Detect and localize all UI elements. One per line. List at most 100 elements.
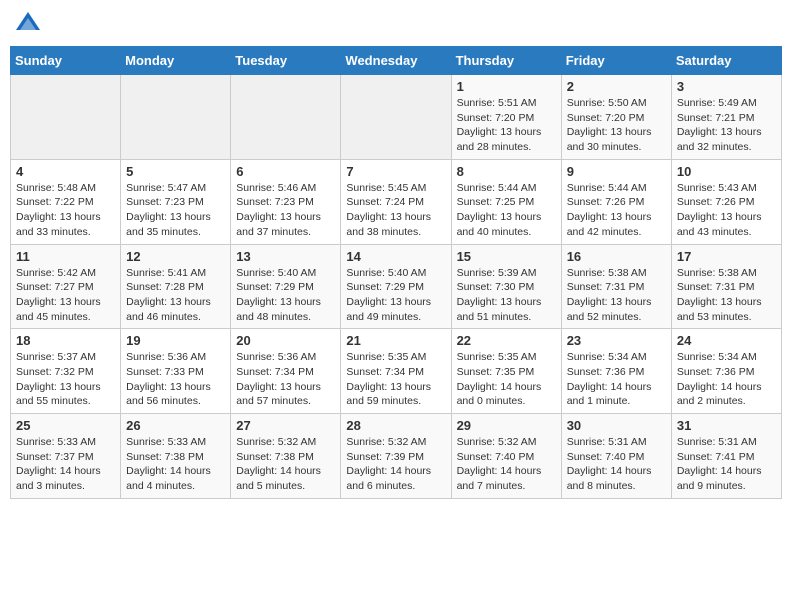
calendar-week-row: 18 Sunrise: 5:37 AM Sunset: 7:32 PM Dayli… — [11, 329, 782, 414]
day-number: 13 — [236, 249, 335, 264]
calendar-cell: 9 Sunrise: 5:44 AM Sunset: 7:26 PM Daylig… — [561, 159, 671, 244]
day-number: 31 — [677, 418, 776, 433]
day-number: 3 — [677, 79, 776, 94]
day-number: 8 — [457, 164, 556, 179]
calendar-week-row: 1 Sunrise: 5:51 AM Sunset: 7:20 PM Daylig… — [11, 75, 782, 160]
day-number: 27 — [236, 418, 335, 433]
calendar-cell: 1 Sunrise: 5:51 AM Sunset: 7:20 PM Daylig… — [451, 75, 561, 160]
day-info: Sunrise: 5:33 AM Sunset: 7:38 PM Dayligh… — [126, 435, 225, 494]
day-number: 16 — [567, 249, 666, 264]
day-number: 9 — [567, 164, 666, 179]
calendar-cell: 24 Sunrise: 5:34 AM Sunset: 7:36 PM Dayli… — [671, 329, 781, 414]
calendar-week-row: 25 Sunrise: 5:33 AM Sunset: 7:37 PM Dayli… — [11, 414, 782, 499]
day-number: 14 — [346, 249, 445, 264]
day-number: 28 — [346, 418, 445, 433]
day-number: 30 — [567, 418, 666, 433]
day-info: Sunrise: 5:32 AM Sunset: 7:39 PM Dayligh… — [346, 435, 445, 494]
calendar-cell: 7 Sunrise: 5:45 AM Sunset: 7:24 PM Daylig… — [341, 159, 451, 244]
day-info: Sunrise: 5:38 AM Sunset: 7:31 PM Dayligh… — [677, 266, 776, 325]
calendar-cell: 12 Sunrise: 5:41 AM Sunset: 7:28 PM Dayli… — [121, 244, 231, 329]
calendar-cell: 3 Sunrise: 5:49 AM Sunset: 7:21 PM Daylig… — [671, 75, 781, 160]
day-info: Sunrise: 5:36 AM Sunset: 7:34 PM Dayligh… — [236, 350, 335, 409]
day-number: 15 — [457, 249, 556, 264]
calendar-cell: 5 Sunrise: 5:47 AM Sunset: 7:23 PM Daylig… — [121, 159, 231, 244]
day-info: Sunrise: 5:37 AM Sunset: 7:32 PM Dayligh… — [16, 350, 115, 409]
column-header-sunday: Sunday — [11, 47, 121, 75]
day-info: Sunrise: 5:32 AM Sunset: 7:40 PM Dayligh… — [457, 435, 556, 494]
calendar-cell: 29 Sunrise: 5:32 AM Sunset: 7:40 PM Dayli… — [451, 414, 561, 499]
day-number: 20 — [236, 333, 335, 348]
day-info: Sunrise: 5:44 AM Sunset: 7:25 PM Dayligh… — [457, 181, 556, 240]
day-number: 26 — [126, 418, 225, 433]
day-number: 18 — [16, 333, 115, 348]
calendar-cell — [341, 75, 451, 160]
day-info: Sunrise: 5:49 AM Sunset: 7:21 PM Dayligh… — [677, 96, 776, 155]
day-info: Sunrise: 5:43 AM Sunset: 7:26 PM Dayligh… — [677, 181, 776, 240]
calendar-cell: 20 Sunrise: 5:36 AM Sunset: 7:34 PM Dayli… — [231, 329, 341, 414]
calendar-cell: 15 Sunrise: 5:39 AM Sunset: 7:30 PM Dayli… — [451, 244, 561, 329]
calendar-cell: 18 Sunrise: 5:37 AM Sunset: 7:32 PM Dayli… — [11, 329, 121, 414]
day-info: Sunrise: 5:35 AM Sunset: 7:35 PM Dayligh… — [457, 350, 556, 409]
calendar-cell: 26 Sunrise: 5:33 AM Sunset: 7:38 PM Dayli… — [121, 414, 231, 499]
day-number: 5 — [126, 164, 225, 179]
day-info: Sunrise: 5:34 AM Sunset: 7:36 PM Dayligh… — [677, 350, 776, 409]
calendar-cell: 4 Sunrise: 5:48 AM Sunset: 7:22 PM Daylig… — [11, 159, 121, 244]
day-number: 19 — [126, 333, 225, 348]
calendar-cell — [231, 75, 341, 160]
column-header-tuesday: Tuesday — [231, 47, 341, 75]
day-number: 21 — [346, 333, 445, 348]
day-info: Sunrise: 5:46 AM Sunset: 7:23 PM Dayligh… — [236, 181, 335, 240]
day-info: Sunrise: 5:50 AM Sunset: 7:20 PM Dayligh… — [567, 96, 666, 155]
calendar-cell — [11, 75, 121, 160]
day-info: Sunrise: 5:40 AM Sunset: 7:29 PM Dayligh… — [236, 266, 335, 325]
calendar-cell: 2 Sunrise: 5:50 AM Sunset: 7:20 PM Daylig… — [561, 75, 671, 160]
day-info: Sunrise: 5:35 AM Sunset: 7:34 PM Dayligh… — [346, 350, 445, 409]
day-info: Sunrise: 5:48 AM Sunset: 7:22 PM Dayligh… — [16, 181, 115, 240]
day-number: 24 — [677, 333, 776, 348]
day-info: Sunrise: 5:39 AM Sunset: 7:30 PM Dayligh… — [457, 266, 556, 325]
day-info: Sunrise: 5:33 AM Sunset: 7:37 PM Dayligh… — [16, 435, 115, 494]
day-number: 12 — [126, 249, 225, 264]
page-header — [10, 10, 782, 38]
day-number: 25 — [16, 418, 115, 433]
day-number: 10 — [677, 164, 776, 179]
calendar-cell: 13 Sunrise: 5:40 AM Sunset: 7:29 PM Dayli… — [231, 244, 341, 329]
calendar-cell: 30 Sunrise: 5:31 AM Sunset: 7:40 PM Dayli… — [561, 414, 671, 499]
calendar-cell: 25 Sunrise: 5:33 AM Sunset: 7:37 PM Dayli… — [11, 414, 121, 499]
day-info: Sunrise: 5:38 AM Sunset: 7:31 PM Dayligh… — [567, 266, 666, 325]
day-number: 23 — [567, 333, 666, 348]
day-info: Sunrise: 5:47 AM Sunset: 7:23 PM Dayligh… — [126, 181, 225, 240]
calendar-cell: 31 Sunrise: 5:31 AM Sunset: 7:41 PM Dayli… — [671, 414, 781, 499]
calendar-cell: 17 Sunrise: 5:38 AM Sunset: 7:31 PM Dayli… — [671, 244, 781, 329]
calendar-cell: 6 Sunrise: 5:46 AM Sunset: 7:23 PM Daylig… — [231, 159, 341, 244]
day-info: Sunrise: 5:44 AM Sunset: 7:26 PM Dayligh… — [567, 181, 666, 240]
day-number: 1 — [457, 79, 556, 94]
day-info: Sunrise: 5:32 AM Sunset: 7:38 PM Dayligh… — [236, 435, 335, 494]
logo — [14, 10, 46, 38]
calendar-cell: 8 Sunrise: 5:44 AM Sunset: 7:25 PM Daylig… — [451, 159, 561, 244]
day-info: Sunrise: 5:31 AM Sunset: 7:41 PM Dayligh… — [677, 435, 776, 494]
day-info: Sunrise: 5:40 AM Sunset: 7:29 PM Dayligh… — [346, 266, 445, 325]
calendar-cell: 10 Sunrise: 5:43 AM Sunset: 7:26 PM Dayli… — [671, 159, 781, 244]
day-info: Sunrise: 5:45 AM Sunset: 7:24 PM Dayligh… — [346, 181, 445, 240]
calendar-cell: 16 Sunrise: 5:38 AM Sunset: 7:31 PM Dayli… — [561, 244, 671, 329]
calendar-cell — [121, 75, 231, 160]
day-info: Sunrise: 5:34 AM Sunset: 7:36 PM Dayligh… — [567, 350, 666, 409]
calendar-header-row: SundayMondayTuesdayWednesdayThursdayFrid… — [11, 47, 782, 75]
day-info: Sunrise: 5:31 AM Sunset: 7:40 PM Dayligh… — [567, 435, 666, 494]
day-number: 11 — [16, 249, 115, 264]
calendar-cell: 19 Sunrise: 5:36 AM Sunset: 7:33 PM Dayli… — [121, 329, 231, 414]
column-header-monday: Monday — [121, 47, 231, 75]
day-number: 17 — [677, 249, 776, 264]
day-number: 2 — [567, 79, 666, 94]
day-info: Sunrise: 5:36 AM Sunset: 7:33 PM Dayligh… — [126, 350, 225, 409]
day-info: Sunrise: 5:41 AM Sunset: 7:28 PM Dayligh… — [126, 266, 225, 325]
day-number: 4 — [16, 164, 115, 179]
day-number: 6 — [236, 164, 335, 179]
day-number: 29 — [457, 418, 556, 433]
calendar-cell: 22Sunrise: 5:35 AM Sunset: 7:35 PM Dayli… — [451, 329, 561, 414]
calendar-cell: 23 Sunrise: 5:34 AM Sunset: 7:36 PM Dayli… — [561, 329, 671, 414]
day-info: Sunrise: 5:51 AM Sunset: 7:20 PM Dayligh… — [457, 96, 556, 155]
day-number: 7 — [346, 164, 445, 179]
calendar-cell: 11Sunrise: 5:42 AM Sunset: 7:27 PM Dayli… — [11, 244, 121, 329]
